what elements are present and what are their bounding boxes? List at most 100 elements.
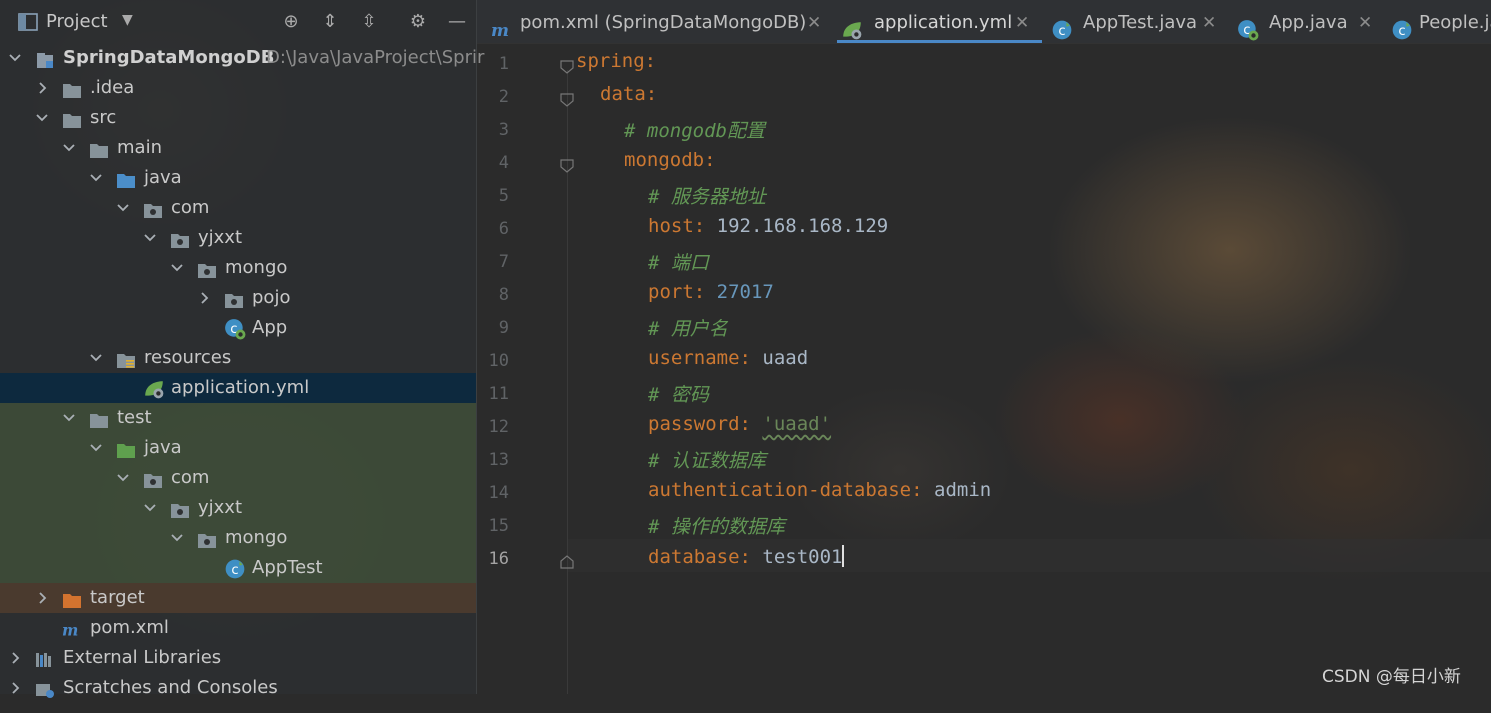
tree-item-external-libraries[interactable]: External Libraries xyxy=(0,643,476,673)
project-panel: Project ▼ ⊕ ⇕ ⇳ ⚙ — SpringDataMongoDB D:\… xyxy=(0,0,484,698)
chevron-down-icon[interactable] xyxy=(143,223,157,253)
chevron-down-icon[interactable] xyxy=(170,253,184,283)
tree-item-java[interactable]: java xyxy=(0,433,476,463)
gear-icon[interactable]: ⚙ xyxy=(406,10,430,34)
chevron-right-icon[interactable] xyxy=(8,673,22,703)
chevron-down-icon[interactable] xyxy=(62,133,76,163)
fold-icon[interactable] xyxy=(560,92,574,107)
tree-item-src[interactable]: src xyxy=(0,103,476,133)
yaml-comment: # 密码 xyxy=(648,384,709,406)
expand-all-icon[interactable]: ⇕ xyxy=(318,10,342,34)
tab-app-java[interactable]: c App.java ✕ xyxy=(1233,0,1378,43)
tree-item-main[interactable]: main xyxy=(0,133,476,163)
code-line[interactable]: password: 'uaad' xyxy=(648,413,831,435)
folder-icon xyxy=(89,139,109,158)
tree-item-label: yjxxt xyxy=(198,227,243,248)
chevron-down-icon[interactable] xyxy=(8,43,22,73)
tree-item-yjxxt[interactable]: yjxxt xyxy=(0,493,476,523)
test-folder-icon xyxy=(116,439,136,458)
yaml-value: 27017 xyxy=(716,281,774,303)
tree-item-com[interactable]: com xyxy=(0,463,476,493)
tab-application-yml[interactable]: application.yml ✕ xyxy=(837,0,1042,43)
collapse-all-icon[interactable]: ⇳ xyxy=(357,10,381,34)
code-line[interactable]: host: 192.168.168.129 xyxy=(648,215,888,237)
tree-item-pom-xml[interactable]: m pom.xml xyxy=(0,613,476,643)
chevron-down-icon[interactable] xyxy=(89,163,103,193)
line-number: 2 xyxy=(498,87,509,107)
tab-pom-xml-springdatamongodb[interactable]: m pom.xml (SpringDataMongoDB) ✕ xyxy=(487,0,827,43)
scratches-icon xyxy=(35,679,55,698)
tab-label: pom.xml (SpringDataMongoDB) xyxy=(520,12,807,33)
chevron-down-icon[interactable] xyxy=(89,433,103,463)
tree-item-yjxxt[interactable]: yjxxt xyxy=(0,223,476,253)
chevron-right-icon[interactable] xyxy=(35,583,49,613)
minimize-icon[interactable]: — xyxy=(445,10,469,34)
code-line[interactable]: authentication-database: admin xyxy=(648,479,991,501)
tree-item-apptest[interactable]: c AppTest xyxy=(0,553,476,583)
yaml-value: 'uaad' xyxy=(762,413,832,435)
chevron-down-icon[interactable] xyxy=(170,523,184,553)
tree-item-mongo[interactable]: mongo xyxy=(0,523,476,553)
code-line[interactable]: # 服务器地址 xyxy=(648,182,766,209)
code-line[interactable]: username: uaad xyxy=(648,347,808,369)
tree-item-application-yml[interactable]: application.yml xyxy=(0,373,476,403)
tab-label: application.yml xyxy=(874,12,1013,33)
code-line[interactable]: mongodb: xyxy=(624,149,716,171)
yaml-comment: # 认证数据库 xyxy=(648,450,766,472)
close-icon[interactable]: ✕ xyxy=(1202,0,1216,43)
line-number: 1 xyxy=(498,54,509,74)
close-icon[interactable]: ✕ xyxy=(807,0,821,43)
chevron-down-icon[interactable] xyxy=(89,343,103,373)
chevron-right-icon[interactable] xyxy=(8,643,22,673)
chevron-right-icon[interactable] xyxy=(197,283,211,313)
tree-item-app[interactable]: c App xyxy=(0,313,476,343)
tab-people-ja[interactable]: c People.ja xyxy=(1387,0,1491,43)
tree-item-scratches-and-consoles[interactable]: Scratches and Consoles xyxy=(0,673,476,703)
project-panel-title[interactable]: Project xyxy=(46,11,108,32)
editor-tabs: m pom.xml (SpringDataMongoDB) ✕ application… xyxy=(477,0,1491,44)
chevron-down-icon[interactable] xyxy=(143,493,157,523)
tree-item-mongo[interactable]: mongo xyxy=(0,253,476,283)
tree-item-java[interactable]: java xyxy=(0,163,476,193)
locate-icon[interactable]: ⊕ xyxy=(279,10,303,34)
chevron-down-icon[interactable] xyxy=(62,403,76,433)
tree-item-label: App xyxy=(252,317,288,338)
code-line[interactable]: port: 27017 xyxy=(648,281,774,303)
tree-item-idea[interactable]: .idea xyxy=(0,73,476,103)
yaml-separator: : xyxy=(739,546,763,568)
code-line[interactable]: # 密码 xyxy=(648,380,709,407)
chevron-right-icon[interactable] xyxy=(35,73,49,103)
tree-item-springdatamongodb[interactable]: SpringDataMongoDB D:\Java\JavaProject\Spr… xyxy=(0,43,484,73)
code-line[interactable]: # 端口 xyxy=(648,248,709,275)
code-line[interactable]: data: xyxy=(600,83,657,105)
fold-end-icon[interactable] xyxy=(560,554,574,569)
fold-icon[interactable] xyxy=(560,158,574,173)
chevron-down-icon[interactable] xyxy=(116,463,130,493)
tree-item-test[interactable]: test xyxy=(0,403,476,433)
yaml-key: authentication-database xyxy=(648,479,912,501)
tree-item-com[interactable]: com xyxy=(0,193,476,223)
code-line[interactable]: # 操作的数据库 xyxy=(648,512,785,539)
tree-item-label: mongo xyxy=(225,527,288,548)
tree-item-pojo[interactable]: pojo xyxy=(0,283,476,313)
line-number: 8 xyxy=(498,285,509,305)
fold-icon[interactable] xyxy=(560,59,574,74)
tree-item-resources[interactable]: resources xyxy=(0,343,476,373)
code-line[interactable]: database: test001 xyxy=(648,545,845,568)
svg-text:c: c xyxy=(1058,24,1065,39)
close-icon[interactable]: ✕ xyxy=(1358,0,1372,43)
tree-item-target[interactable]: target xyxy=(0,583,476,613)
project-path: D:\Java\JavaProject\Sprir xyxy=(266,47,485,68)
code-line[interactable]: # 认证数据库 xyxy=(648,446,766,473)
spring-yml-icon xyxy=(841,13,862,40)
code-line[interactable]: spring: xyxy=(576,50,656,72)
code-line[interactable]: # mongodb配置 xyxy=(624,116,765,143)
project-view-icon[interactable] xyxy=(18,13,38,31)
chevron-down-icon[interactable] xyxy=(35,103,49,133)
tab-apptest-java[interactable]: c AppTest.java ✕ xyxy=(1047,0,1222,43)
code-line[interactable]: # 用户名 xyxy=(648,314,728,341)
chevron-down-icon[interactable]: ▼ xyxy=(122,12,133,28)
tree-item-label: com xyxy=(171,197,210,218)
close-icon[interactable]: ✕ xyxy=(1015,0,1029,43)
chevron-down-icon[interactable] xyxy=(116,193,130,223)
